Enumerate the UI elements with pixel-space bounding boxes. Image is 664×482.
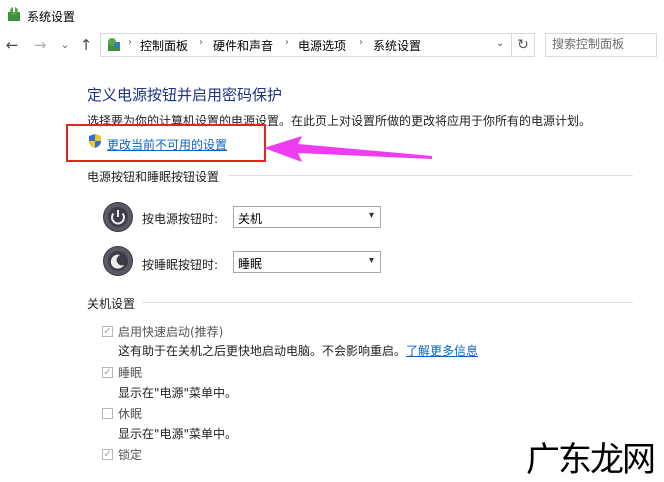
sleep-button-label: 按睡眠按钮时: <box>142 258 219 272</box>
power-button-icon <box>103 202 133 232</box>
hibernate-checkbox[interactable] <box>102 408 113 419</box>
refresh-icon[interactable]: ↻ <box>512 33 535 57</box>
hibernate-option-description: 显示在"电源"菜单中。 <box>118 427 238 441</box>
uac-shield-icon <box>89 134 101 148</box>
breadcrumb-separator: › <box>199 37 203 48</box>
up-arrow-icon[interactable]: ↑ <box>76 34 96 56</box>
sleep-option-label: 睡眠 <box>118 366 143 380</box>
power-options-icon <box>8 7 20 21</box>
lock-checkbox[interactable]: ✓ <box>102 449 113 460</box>
fast-startup-label: 启用快速启动(推荐) <box>118 325 224 339</box>
lock-option-label: 锁定 <box>118 448 143 462</box>
watermark: 广东龙网 <box>526 440 656 480</box>
chevron-down-icon: ▾ <box>368 210 374 221</box>
annotation-arrow <box>264 136 432 162</box>
breadcrumb-separator: › <box>285 37 289 48</box>
recent-locations-chevron-icon[interactable]: ⌄ <box>55 34 75 56</box>
breadcrumb-separator: › <box>359 37 363 48</box>
address-dropdown-chevron-icon[interactable]: ⌄ <box>496 38 504 49</box>
sleep-button-icon <box>103 246 133 276</box>
title-bar: 系统设置 <box>0 0 664 30</box>
search-box[interactable] <box>545 33 657 57</box>
change-unavailable-settings-link[interactable]: 更改当前不可用的设置 <box>107 136 227 153</box>
fast-startup-description: 这有助于在关机之后更快地启动电脑。不会影响重启。了解更多信息 <box>118 344 479 358</box>
window-title: 系统设置 <box>27 10 76 24</box>
search-input[interactable] <box>546 34 656 54</box>
control-panel-icon <box>108 38 120 51</box>
page-title: 定义电源按钮并启用密码保护 <box>87 86 283 104</box>
power-button-label: 按电源按钮时: <box>142 212 219 226</box>
section-header-buttons: 电源按钮和睡眠按钮设置 <box>87 170 220 184</box>
forward-arrow-icon[interactable]: → <box>30 34 50 56</box>
address-bar[interactable]: › 控制面板 › 硬件和声音 › 电源选项 › 系统设置 ⌄ <box>100 33 512 57</box>
breadcrumb-power-options[interactable]: 电源选项 <box>298 37 346 54</box>
sleep-button-action-select[interactable]: 睡眠 ▾ <box>233 251 381 273</box>
select-value: 睡眠 <box>238 257 263 271</box>
back-arrow-icon[interactable]: ← <box>2 34 22 56</box>
select-value: 关机 <box>238 212 263 226</box>
section-divider <box>228 175 633 176</box>
sleep-option-description: 显示在"电源"菜单中。 <box>118 386 238 400</box>
learn-more-link[interactable]: 了解更多信息 <box>406 344 478 358</box>
sleep-checkbox[interactable]: ✓ <box>102 367 113 378</box>
breadcrumb-control-panel[interactable]: 控制面板 <box>140 37 188 54</box>
breadcrumb-system-settings[interactable]: 系统设置 <box>373 37 421 54</box>
section-header-shutdown: 关机设置 <box>87 297 136 311</box>
chevron-down-icon: ▾ <box>368 255 374 266</box>
power-button-action-select[interactable]: 关机 ▾ <box>233 206 381 228</box>
section-divider <box>142 302 633 303</box>
breadcrumb-hardware-sound[interactable]: 硬件和声音 <box>213 37 273 54</box>
fast-startup-checkbox[interactable]: ✓ <box>102 326 113 337</box>
breadcrumb-separator: › <box>128 37 132 48</box>
hibernate-option-label: 休眠 <box>118 407 143 421</box>
